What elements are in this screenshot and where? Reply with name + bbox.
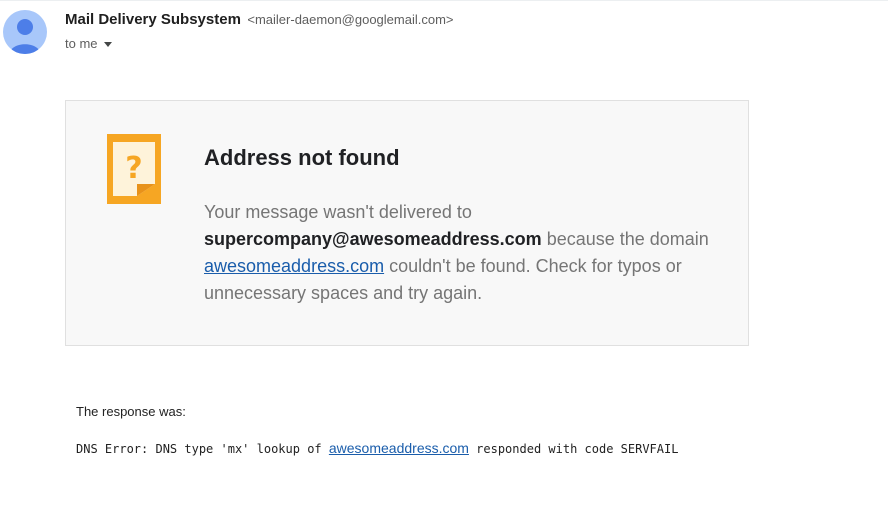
response-domain-link[interactable]: awesomeaddress.com [329,440,469,456]
response-code-text: responded with code SERVFAIL [468,442,679,456]
response-code-text: DNS Error: DNS type 'mx' lookup of [76,442,329,456]
notice-body-text: because the domain [541,229,709,249]
delivery-failure-card: ? Address not found Your message wasn't … [65,100,749,346]
question-note-icon: ? [107,134,161,204]
notice-body-text: Your message wasn't delivered to [204,202,472,222]
sender-name[interactable]: Mail Delivery Subsystem [65,11,241,28]
chevron-down-icon[interactable] [103,42,112,47]
recipient-label: to me [65,36,98,51]
domain-link[interactable]: awesomeaddress.com [204,256,384,276]
sender-line: Mail Delivery Subsystem <mailer-daemon@g… [65,11,454,29]
failed-address: supercompany@awesomeaddress.com [204,229,542,249]
top-divider [0,0,888,1]
notice-body: Your message wasn't delivered to superco… [204,199,724,307]
svg-text:?: ? [125,151,142,186]
email-view: Mail Delivery Subsystem <mailer-daemon@g… [0,0,888,521]
response-code: DNS Error: DNS type 'mx' lookup of aweso… [76,440,678,456]
sender-avatar[interactable] [3,10,47,54]
recipient-dropdown[interactable]: to me [65,36,112,51]
sender-email: <mailer-daemon@googlemail.com> [247,12,454,27]
notice-title: Address not found [204,145,400,170]
person-icon [10,19,40,54]
response-label: The response was: [76,404,186,419]
